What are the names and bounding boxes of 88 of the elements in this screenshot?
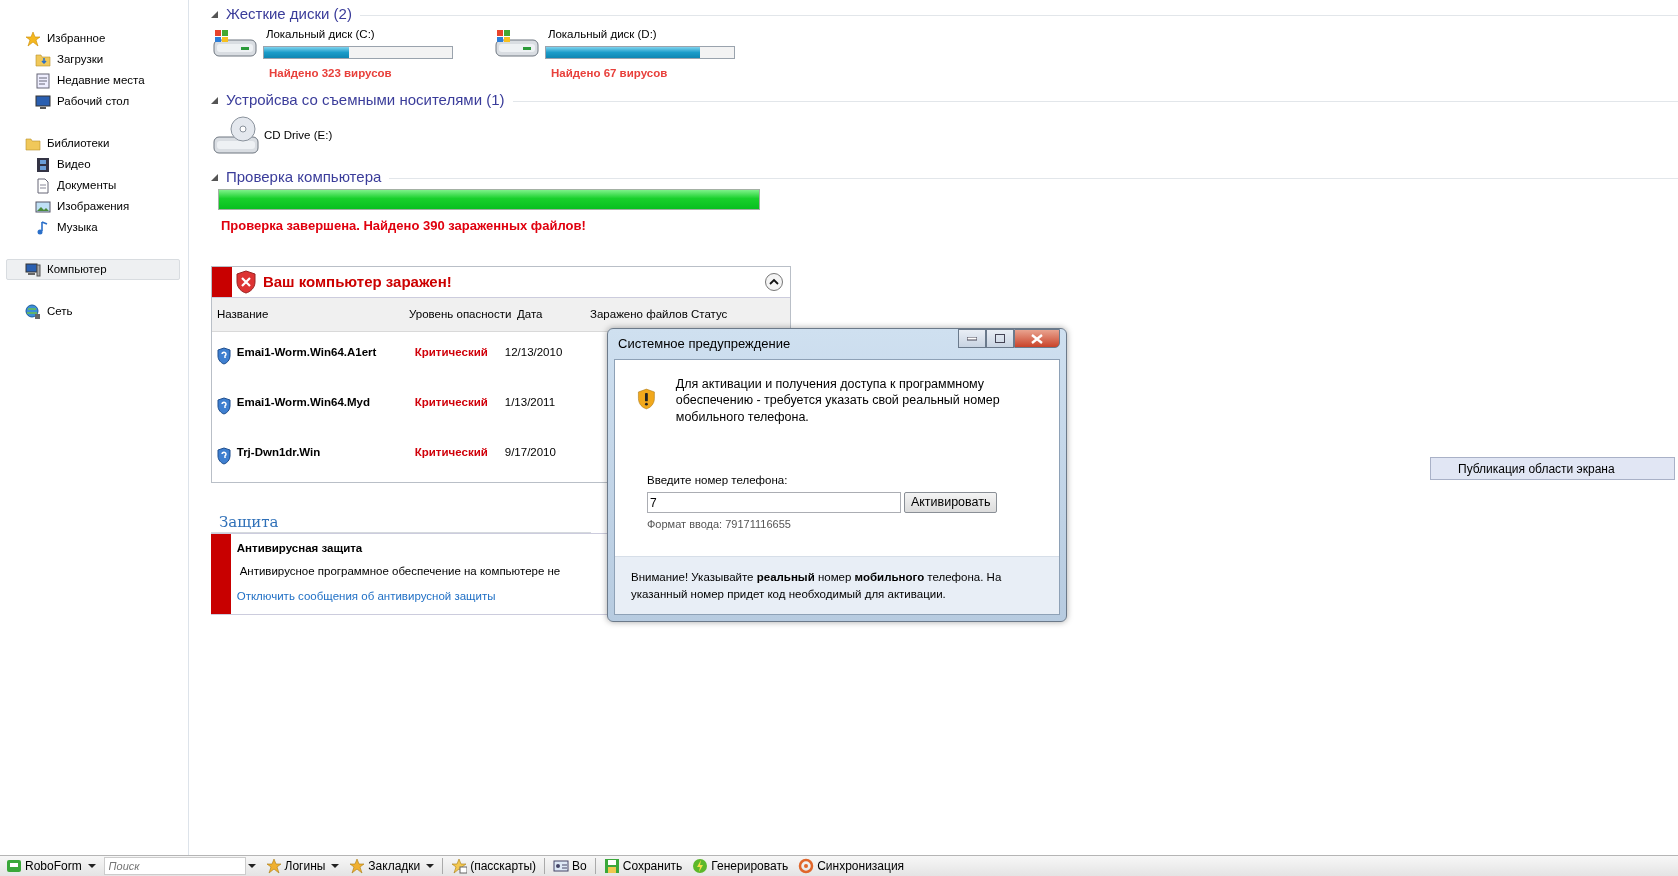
drive-name: CD Drive (E:) bbox=[263, 127, 333, 143]
virus-count: Найдено 323 вирусов bbox=[269, 66, 393, 82]
computer-icon bbox=[25, 261, 41, 278]
maximize-button[interactable] bbox=[986, 329, 1014, 348]
virus-count: Найдено 67 вирусов bbox=[551, 66, 669, 82]
menu-item[interactable]: Публикация области экрана bbox=[1430, 457, 1675, 480]
monitor-icon bbox=[35, 93, 51, 110]
star-icon bbox=[25, 30, 41, 47]
sidebar-item[interactable]: Изображения bbox=[6, 196, 180, 217]
threat-level: Критический bbox=[414, 394, 489, 410]
column-header: Дата bbox=[517, 306, 544, 322]
shield-question-icon bbox=[217, 346, 231, 365]
expander-icon[interactable] bbox=[211, 97, 218, 104]
column-header: Статус bbox=[691, 306, 729, 322]
minimize-button[interactable] bbox=[958, 329, 986, 348]
picture-icon bbox=[35, 198, 51, 215]
drive-name: Локальный диск (C:) bbox=[265, 27, 376, 42]
minimize-icon bbox=[967, 336, 977, 341]
star-icon bbox=[349, 858, 366, 874]
lightning-icon bbox=[692, 858, 709, 874]
shield-question-icon bbox=[217, 396, 231, 415]
alert-stripe bbox=[212, 266, 232, 297]
sidebar-item[interactable]: Избранное bbox=[6, 28, 180, 49]
folder-icon bbox=[35, 51, 51, 68]
description-text: Антивирусное программное обеспечение на компьютере не bbox=[238, 563, 561, 579]
column-header: Уровень опасности bbox=[409, 306, 513, 322]
window-title: Системное предупреждение bbox=[617, 335, 791, 354]
sidebar-item[interactable]: Загрузки bbox=[6, 49, 180, 70]
toolbar-button[interactable]: Генерировать bbox=[690, 856, 791, 876]
threat-level: Критический bbox=[414, 444, 489, 460]
section-heading: Проверка компьютера bbox=[226, 167, 382, 188]
field-label: Введите номер телефона: bbox=[647, 473, 789, 488]
search-field[interactable]: Поиск bbox=[103, 857, 246, 875]
toolbar-button[interactable]: Закладки bbox=[347, 856, 437, 876]
scan-result: Проверка завершена. Найдено 390 зараженных файлов! bbox=[221, 217, 587, 236]
shield-error-icon bbox=[234, 269, 257, 294]
column-header: Заражено файлов bbox=[590, 306, 689, 322]
film-icon bbox=[35, 156, 51, 173]
section-heading: Жесткие диски (2) bbox=[226, 3, 352, 24]
dialog-message: Для активации и получения доступа к программному обеспечению - требуется указать свой реальный номер мобильного телефона. bbox=[675, 376, 1001, 426]
toolbar-button[interactable]: Синхронизация bbox=[796, 856, 907, 876]
expander-icon[interactable] bbox=[211, 10, 218, 18]
collapse-icon bbox=[764, 271, 785, 292]
network-globe-icon bbox=[25, 303, 41, 320]
section-heading: Защита bbox=[211, 510, 591, 533]
document-icon bbox=[35, 72, 51, 89]
toolbar-button[interactable]: (пасскарты) bbox=[449, 856, 539, 876]
folder-icon bbox=[25, 135, 41, 152]
sidebar-item[interactable]: Библиотеки bbox=[6, 133, 180, 154]
sync-icon bbox=[798, 858, 815, 874]
maximize-icon bbox=[995, 334, 1005, 343]
toolbar-button[interactable]: Во bbox=[551, 856, 589, 876]
close-icon bbox=[1031, 333, 1043, 344]
close-button[interactable] bbox=[1014, 329, 1060, 348]
virus-name: Trj-Dwn1dr.Win bbox=[236, 444, 322, 460]
shield-question-icon bbox=[217, 446, 231, 465]
toolbar-button[interactable]: Сохранить bbox=[601, 856, 685, 876]
sidebar-item[interactable]: Видео bbox=[6, 154, 180, 175]
threat-level: Критический bbox=[414, 344, 489, 360]
sidebar-item[interactable]: Компьютер bbox=[6, 259, 180, 280]
date-cell-text: 9/17/2010 bbox=[504, 444, 556, 460]
star-card-icon bbox=[451, 858, 468, 874]
sidebar-item[interactable]: Сеть bbox=[6, 301, 180, 322]
activate-button[interactable]: Активировать bbox=[903, 492, 998, 514]
save-icon bbox=[603, 858, 620, 874]
sidebar-item[interactable]: Документы bbox=[6, 175, 180, 196]
format-hint: Формат ввода: 79171116655 bbox=[647, 517, 792, 532]
section-heading: Устройсва со съемными носителями (1) bbox=[226, 90, 505, 111]
panel-title: Антивирусная защита bbox=[236, 540, 364, 556]
sidebar-item[interactable]: Музыка bbox=[6, 217, 180, 238]
toolbar-button[interactable]: RoboForm bbox=[4, 856, 98, 876]
drive-name: Локальный диск (D:) bbox=[547, 27, 658, 42]
toolbar-button[interactable]: Логины bbox=[263, 856, 342, 876]
virus-name: Emai1-Worm.Win64.Myd bbox=[236, 394, 371, 410]
warning-note: Внимание! Указывайте реальный номер мобильного телефона. На указанный номер придет код необходимый для активации. bbox=[615, 556, 1059, 614]
date-cell-text: 1/13/2011 bbox=[504, 394, 556, 410]
date-cell-text: 12/13/2010 bbox=[504, 344, 563, 360]
sidebar-item[interactable]: Недавние места bbox=[6, 70, 180, 91]
cd-drive-icon bbox=[211, 115, 261, 156]
column-header: Название bbox=[217, 306, 270, 322]
disable-messages-link[interactable]: Отключить сообщения об антивирусной защиты bbox=[236, 587, 496, 606]
panel-title: Ваш компьютер заражен! bbox=[262, 271, 453, 292]
document-icon bbox=[35, 177, 51, 194]
sidebar-item[interactable]: Рабочий стол bbox=[6, 91, 180, 112]
phone-input-field[interactable]: 7 bbox=[647, 492, 901, 514]
expander-icon[interactable] bbox=[211, 173, 218, 181]
id-card-icon bbox=[553, 858, 570, 874]
virus-name: Emai1-Worm.Win64.A1ert bbox=[236, 344, 378, 360]
